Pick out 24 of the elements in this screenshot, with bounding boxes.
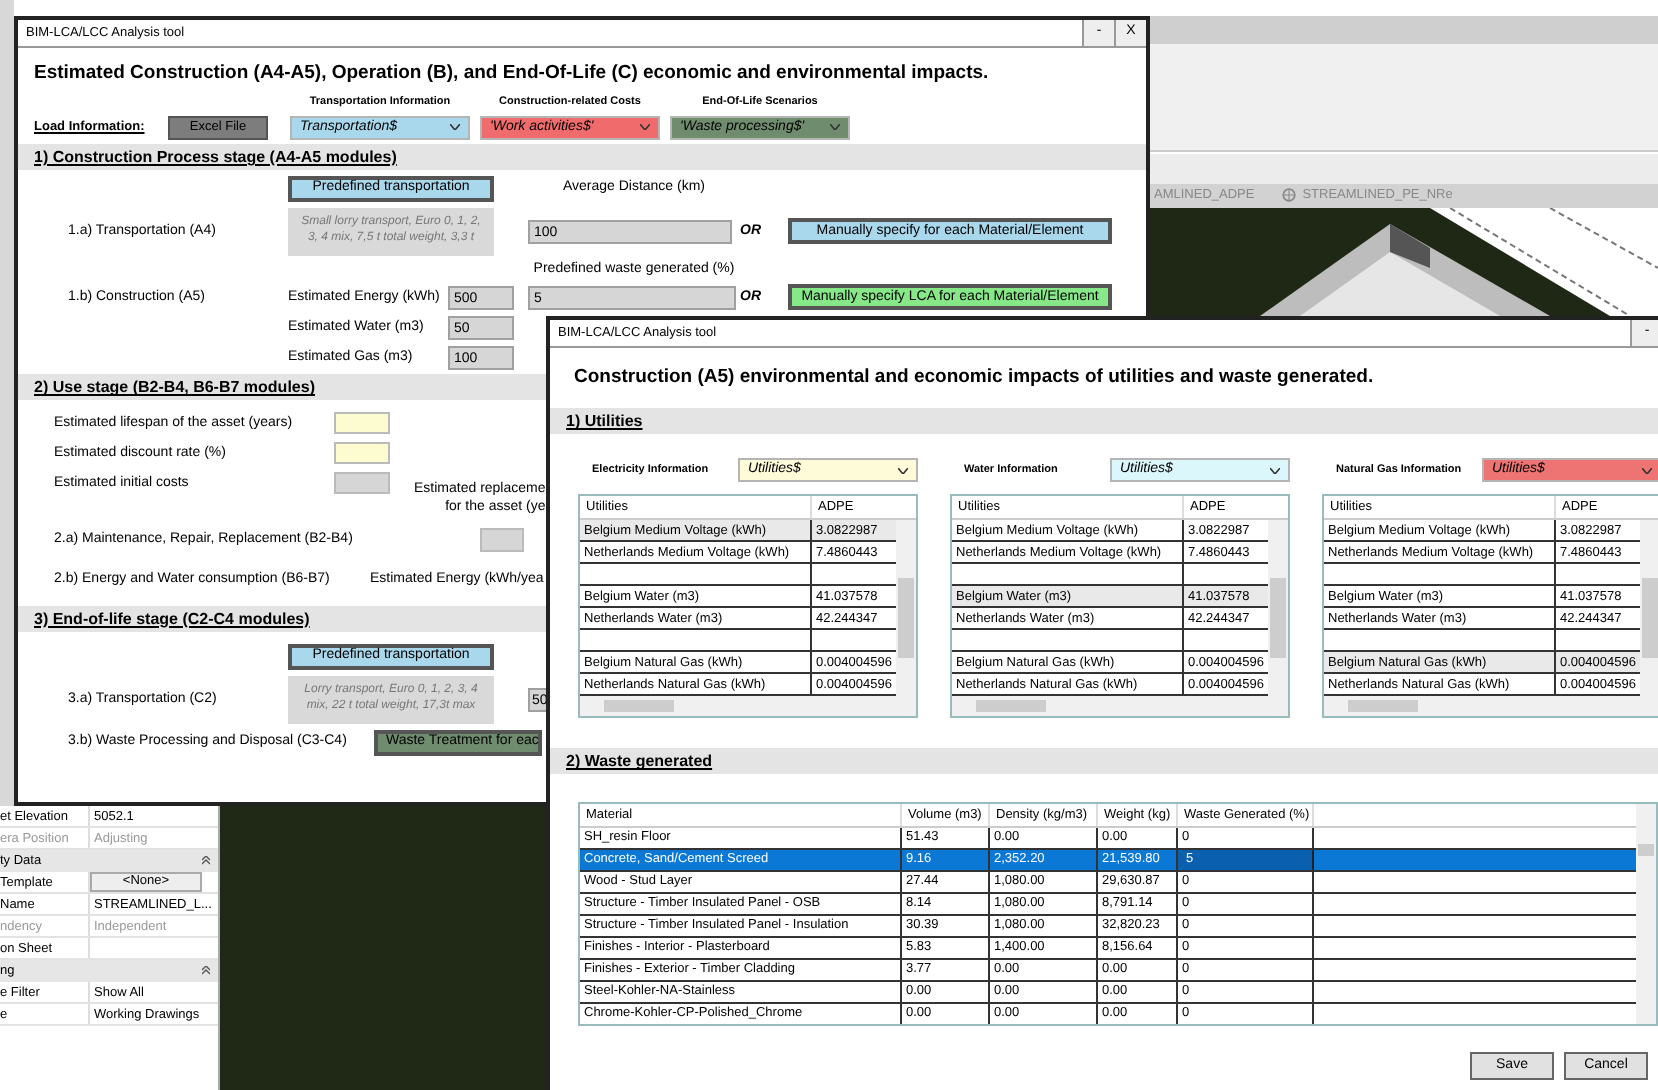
section-header: 2) Waste generated bbox=[550, 748, 1658, 775]
globe-icon bbox=[1282, 188, 1297, 203]
horizontal-scrollbar[interactable] bbox=[1324, 696, 1640, 717]
input-field[interactable] bbox=[334, 472, 390, 495]
dropdown-caret-icon bbox=[1642, 467, 1652, 474]
dropdown-caret-icon bbox=[640, 124, 650, 131]
collapse-icon bbox=[202, 856, 210, 866]
dropdown-caret-icon bbox=[450, 124, 460, 131]
dropdown-caret-icon bbox=[898, 467, 908, 474]
input-field[interactable] bbox=[334, 412, 390, 435]
vertical-scrollbar[interactable] bbox=[1636, 804, 1656, 1025]
input-field[interactable] bbox=[334, 442, 390, 465]
horizontal-scrollbar[interactable] bbox=[952, 696, 1268, 717]
collapse-icon bbox=[202, 966, 210, 976]
section-header: 1) Construction Process stage (A4-A5 modules) bbox=[18, 143, 1146, 170]
vertical-scrollbar[interactable] bbox=[896, 520, 916, 717]
dropdown-caret-icon bbox=[830, 124, 840, 131]
dropdown-caret-icon bbox=[1270, 467, 1280, 474]
section-header: 1) Utilities bbox=[550, 408, 1658, 435]
input-field[interactable] bbox=[480, 528, 524, 553]
heading: Estimated Construction (A4-A5), Operation (B), and End-Of-Life (C) economic and environmental impacts. bbox=[32, 62, 991, 85]
vertical-scrollbar[interactable] bbox=[1640, 520, 1658, 717]
vertical-scrollbar[interactable] bbox=[1268, 520, 1288, 717]
horizontal-scrollbar[interactable] bbox=[580, 696, 896, 717]
